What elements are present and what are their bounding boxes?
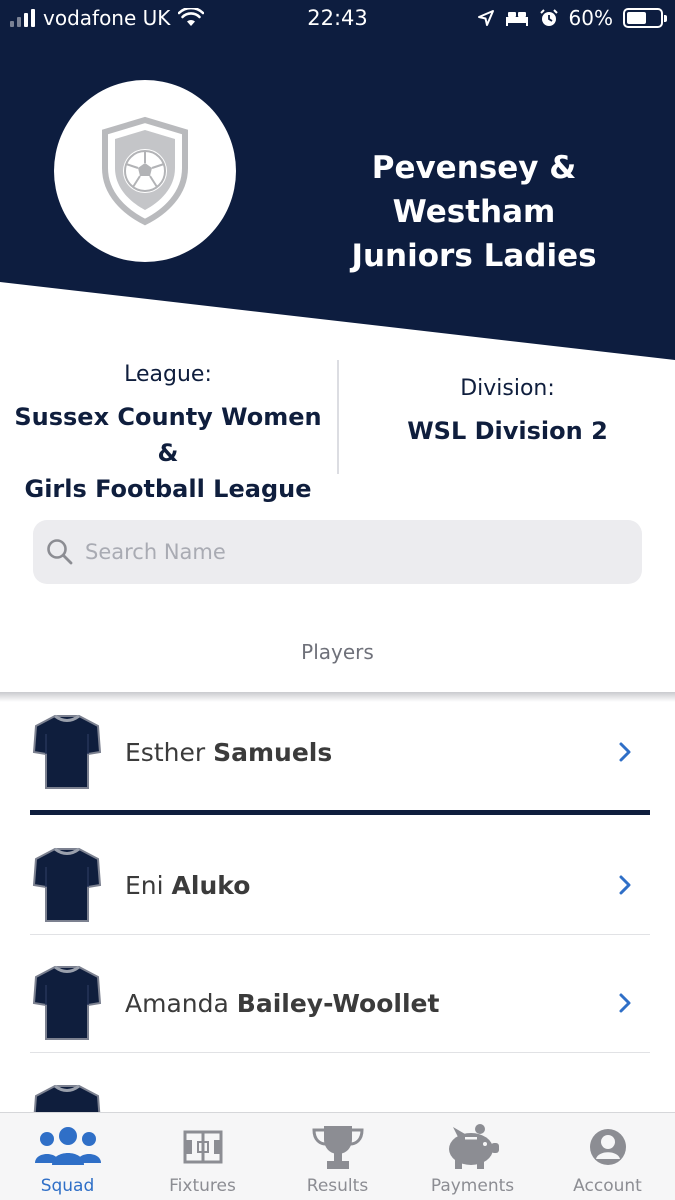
search-bar[interactable]	[33, 520, 642, 584]
battery-percent: 60%	[568, 6, 613, 30]
info-divider	[337, 360, 339, 474]
search-icon	[47, 539, 73, 565]
row-separator	[30, 934, 650, 935]
chevron-right-icon	[619, 993, 631, 1013]
team-header: Pevensey & Westham Juniors Ladies	[0, 0, 675, 362]
league-name-line1: Sussex County Women &	[14, 403, 322, 467]
league-label: League:	[124, 362, 212, 387]
team-name-line2: Juniors Ladies	[351, 238, 597, 274]
division-name: WSL Division 2	[407, 417, 608, 445]
tab-account-label: Account	[573, 1176, 642, 1196]
bed-icon	[505, 12, 528, 26]
user-icon	[589, 1129, 626, 1165]
player-first-name: Amanda	[125, 988, 229, 1018]
battery-icon	[623, 8, 667, 28]
player-first-name: Eni	[125, 870, 164, 900]
tab-fixtures[interactable]: Fixtures	[135, 1113, 270, 1200]
team-name-line1: Pevensey & Westham	[371, 150, 577, 230]
tab-bar: Squad Fixtures Results Payments Account	[0, 1112, 675, 1200]
tab-fixtures-label: Fixtures	[169, 1176, 236, 1196]
tab-payments-label: Payments	[430, 1176, 515, 1196]
row-separator-highlight	[30, 810, 650, 815]
division-label: Division:	[460, 376, 555, 401]
tab-account[interactable]: Account	[540, 1113, 675, 1200]
player-last-name: Bailey-Woollet	[236, 988, 440, 1018]
shirt-icon	[32, 847, 102, 922]
player-row[interactable]: Eni Aluko	[30, 835, 650, 935]
shirt-icon	[32, 714, 102, 789]
league-name: Sussex County Women & Girls Football Lea…	[0, 399, 336, 507]
player-row[interactable]: Esther Samuels	[30, 702, 650, 802]
people-icon	[34, 1127, 101, 1165]
player-row-partial[interactable]	[30, 1072, 650, 1112]
player-name: Amanda Bailey-Woollet	[125, 989, 439, 1018]
league-name-line2: Girls Football League	[24, 475, 312, 503]
club-badge	[54, 80, 236, 262]
piggy-bank-icon	[448, 1124, 499, 1169]
pitch-icon	[183, 1130, 222, 1164]
player-name: Eni Aluko	[125, 871, 250, 900]
player-last-name: Aluko	[171, 870, 251, 900]
league-info: League: Sussex County Women & Girls Foot…	[0, 362, 336, 507]
shield-football-icon	[102, 116, 188, 226]
team-name: Pevensey & Westham Juniors Ladies	[300, 146, 648, 278]
player-list: Esther Samuels Eni Aluko Amanda Bailey-W…	[0, 700, 675, 1112]
tab-payments[interactable]: Payments	[405, 1113, 540, 1200]
row-separator	[30, 1052, 650, 1053]
tab-results-label: Results	[306, 1176, 369, 1196]
tab-results[interactable]: Results	[270, 1113, 405, 1200]
trophy-icon	[311, 1126, 364, 1169]
player-row[interactable]: Amanda Bailey-Woollet	[30, 953, 650, 1053]
alarm-icon	[539, 9, 558, 26]
chevron-right-icon	[619, 742, 631, 762]
location-arrow-icon	[477, 10, 494, 26]
search-input[interactable]	[85, 540, 605, 564]
league-division-info: League: Sussex County Women & Girls Foot…	[0, 358, 675, 503]
shirt-icon	[33, 1084, 101, 1112]
tab-squad-label: Squad	[40, 1176, 95, 1196]
player-first-name: Esther	[125, 737, 206, 767]
status-bar: vodafone UK 22:43 60%	[0, 0, 675, 38]
shirt-icon	[32, 965, 102, 1040]
player-last-name: Samuels	[213, 737, 333, 767]
battery-level	[627, 12, 647, 24]
tab-squad[interactable]: Squad	[0, 1113, 135, 1200]
player-name: Esther Samuels	[125, 738, 332, 767]
players-section-label: Players	[301, 640, 374, 664]
chevron-right-icon	[619, 875, 631, 895]
division-info: Division: WSL Division 2	[340, 376, 675, 449]
